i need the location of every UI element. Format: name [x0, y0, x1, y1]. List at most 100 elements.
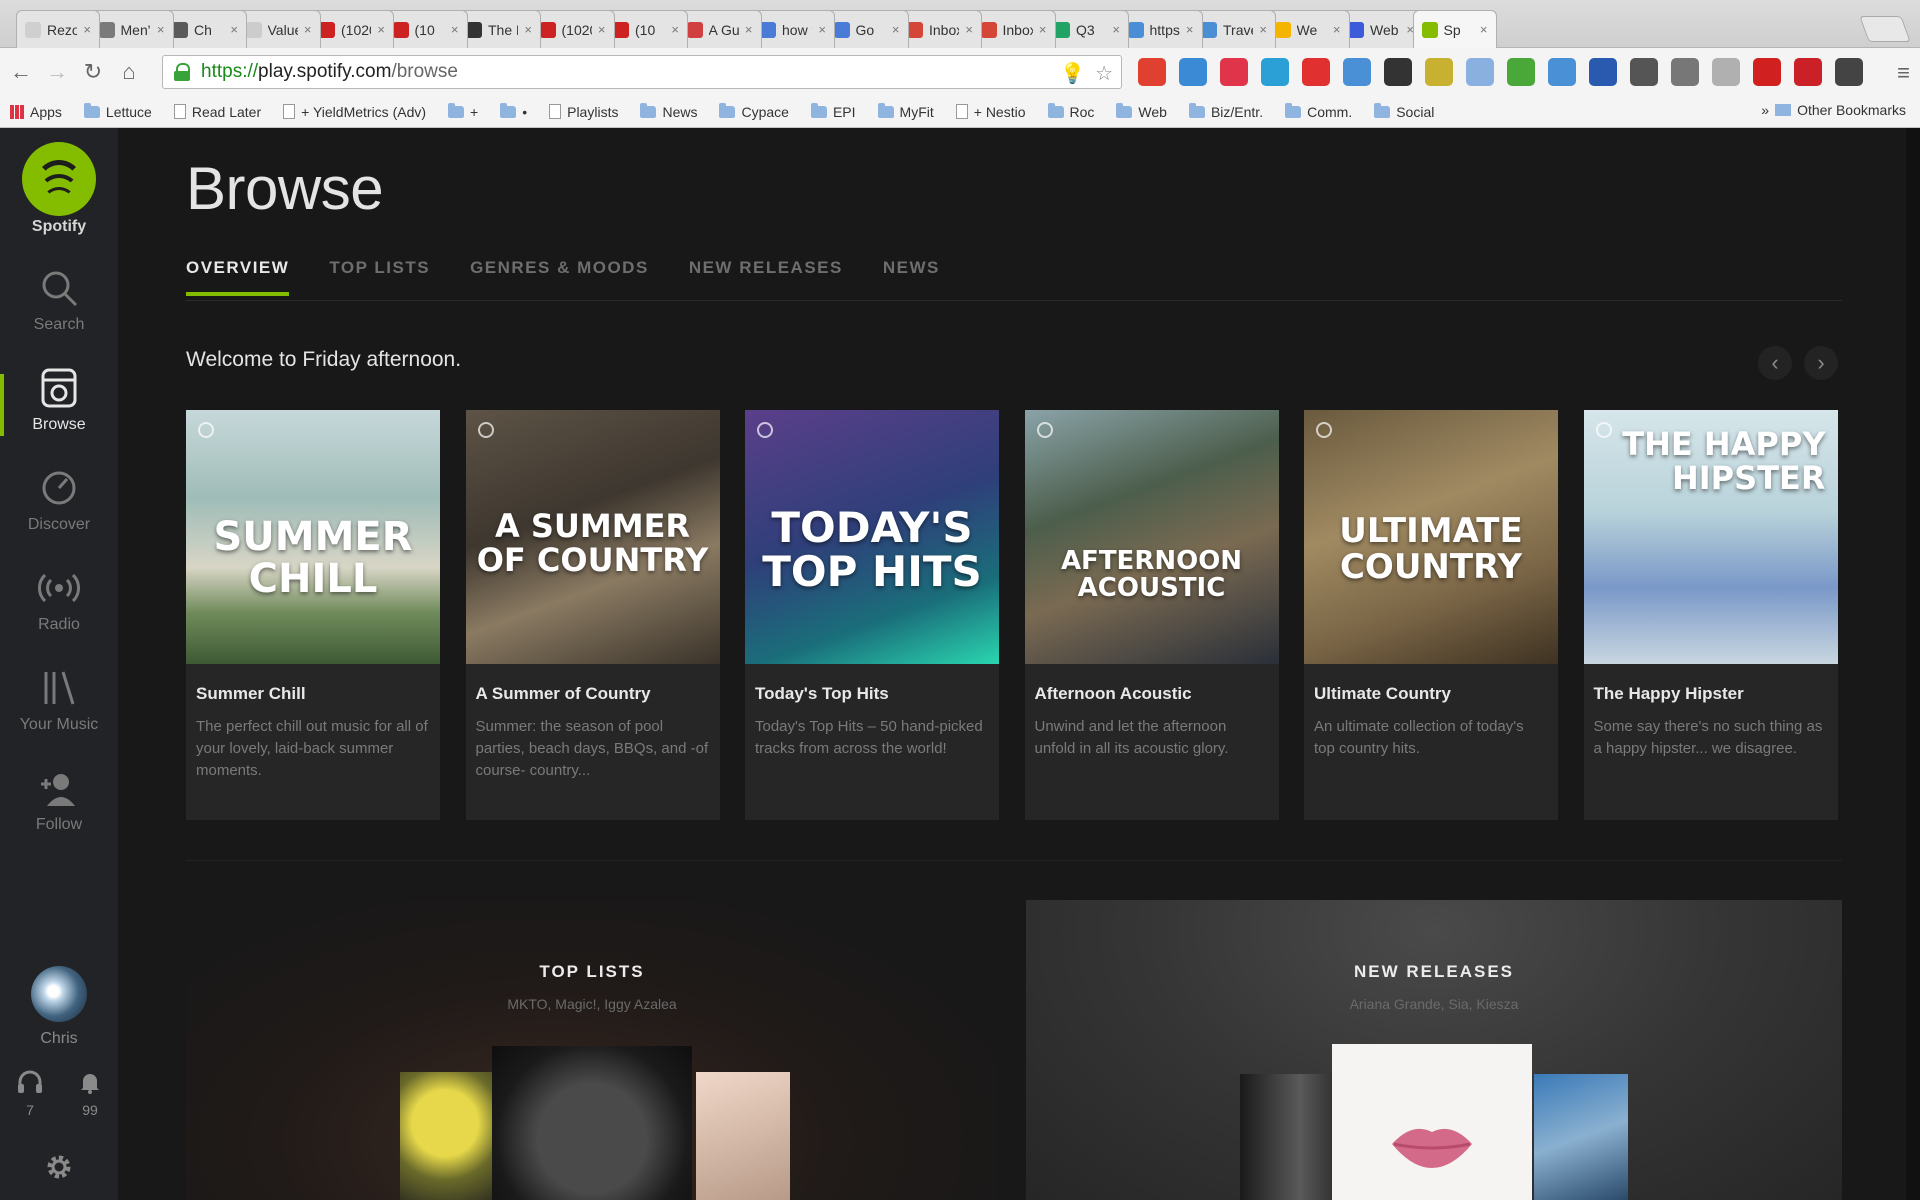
bookmark-item[interactable]: Social	[1374, 102, 1434, 120]
bookmark-item[interactable]: Comm.	[1285, 102, 1352, 120]
close-icon[interactable]: ×	[1039, 22, 1047, 37]
info-ext-icon[interactable]	[1589, 58, 1617, 86]
picture-ext-icon[interactable]	[1425, 58, 1453, 86]
browser-tab[interactable]: (1020 ×	[530, 10, 615, 48]
top-lists-panel[interactable]: TOP LISTS MKTO, Magic!, Iggy Azalea	[186, 900, 998, 1200]
sidebar-item-radio[interactable]: Radio	[0, 566, 118, 658]
tab-genres-moods[interactable]: GENRES & MOODS	[470, 258, 649, 296]
avatar[interactable]	[31, 966, 87, 1022]
browser-tab[interactable]: Inbox ×	[971, 10, 1056, 48]
bookmark-item[interactable]: Playlists	[549, 104, 618, 120]
playlist-cover[interactable]: THE HAPPY HIPSTER	[1583, 410, 1838, 664]
notifications-button[interactable]: 99	[70, 1070, 110, 1118]
stack-ext-icon[interactable]	[1835, 58, 1863, 86]
browser-tab[interactable]: Sp ×	[1412, 10, 1497, 48]
sidebar-item-discover[interactable]: Discover	[0, 466, 118, 558]
close-icon[interactable]: ×	[671, 22, 679, 37]
playlist-title[interactable]: Summer Chill	[196, 684, 306, 704]
browser-tab[interactable]: Men's ×	[89, 10, 174, 48]
album-art[interactable]	[492, 1046, 692, 1200]
back-arrow-icon[interactable]: ←	[6, 57, 36, 87]
playlist-cover[interactable]: ULTIMATE COUNTRY	[1304, 410, 1558, 664]
album-art[interactable]	[1534, 1074, 1628, 1200]
close-icon[interactable]: ×	[1480, 22, 1488, 37]
formula-ext-icon[interactable]	[1630, 58, 1658, 86]
gear-icon[interactable]	[44, 1152, 74, 1182]
close-icon[interactable]: ×	[818, 22, 826, 37]
bookmark-star-icon[interactable]: ☆	[1095, 61, 1113, 86]
home-icon[interactable]: ⌂	[114, 57, 144, 87]
playlist-cover[interactable]: AFTERNOON ACOUSTIC	[1024, 410, 1279, 664]
bookmark-item[interactable]: •	[500, 102, 527, 120]
browser-tab[interactable]: (1020 ×	[310, 10, 394, 48]
lightbulb-icon[interactable]: 💡	[1060, 61, 1085, 86]
dash-ext-icon[interactable]	[1712, 58, 1740, 86]
close-icon[interactable]: ×	[598, 22, 606, 37]
browser-tab[interactable]: Ch ×	[163, 10, 247, 48]
carousel-next-button[interactable]: ›	[1804, 346, 1838, 380]
screen-ext-icon[interactable]	[1179, 58, 1207, 86]
other-bookmarks[interactable]: » Other Bookmarks	[1761, 102, 1906, 118]
browser-tab[interactable]: Value ×	[236, 10, 321, 48]
carousel-prev-button[interactable]: ‹	[1758, 346, 1792, 380]
playlist-cover[interactable]: SUMMER CHILL	[186, 410, 440, 664]
close-icon[interactable]: ×	[745, 22, 753, 37]
album-art[interactable]	[696, 1072, 790, 1200]
friends-button[interactable]: 7	[10, 1070, 50, 1118]
tab-new-releases[interactable]: NEW RELEASES	[689, 258, 843, 296]
browser-tab[interactable]: Q3 ×	[1045, 10, 1129, 48]
pinterest-ext-icon[interactable]	[1794, 58, 1822, 86]
bell-ext-icon[interactable]	[1671, 58, 1699, 86]
playlist-cover[interactable]: TODAY'S TOP HITS	[745, 410, 999, 664]
playlist-card[interactable]: AFTERNOON ACOUSTIC Afternoon Acoustic Unwi…	[1024, 410, 1279, 820]
new-releases-panel[interactable]: NEW RELEASES Ariana Grande, Sia, Kiesza	[1026, 900, 1842, 1200]
link-ext-icon[interactable]	[1343, 58, 1371, 86]
playlist-title[interactable]: A Summer of Country	[476, 684, 651, 704]
docs-ext-icon[interactable]	[1548, 58, 1576, 86]
playlist-title[interactable]: Ultimate Country	[1314, 684, 1451, 704]
browser-tab[interactable]: (10 ×	[604, 10, 688, 48]
bookmark-item[interactable]: + Nestio	[955, 104, 1026, 120]
browser-tab[interactable]: Travel ×	[1192, 10, 1276, 48]
bookmark-item[interactable]: Roc	[1047, 102, 1094, 120]
menu-icon[interactable]: ≡	[1897, 60, 1910, 86]
browser-tab[interactable]: A Gui ×	[677, 10, 762, 48]
close-icon[interactable]: ×	[451, 22, 459, 37]
evernote-ext-icon[interactable]	[1507, 58, 1535, 86]
bookmark-item[interactable]: Cypace	[719, 102, 789, 120]
playlist-card[interactable]: SUMMER CHILL Summer Chill The perfect chil…	[186, 410, 440, 820]
disc-ext-icon[interactable]	[1384, 58, 1412, 86]
bookmark-item[interactable]: News	[640, 102, 697, 120]
browser-tab[interactable]: Rezo ×	[16, 10, 100, 48]
playlist-card[interactable]: A SUMMER OF COUNTRY A Summer of Country Su…	[465, 410, 720, 820]
playlist-card[interactable]: TODAY'S TOP HITS Today's Top Hits Today's …	[745, 410, 999, 820]
overflow-chevron-icon[interactable]: »	[1761, 102, 1769, 118]
browser-tab[interactable]: (10 ×	[383, 10, 468, 48]
alert-ext-icon[interactable]	[1753, 58, 1781, 86]
bookmark-item[interactable]: Web	[1116, 102, 1167, 120]
bookmark-item[interactable]: Lettuce	[83, 102, 152, 120]
user-name[interactable]: Chris	[0, 1030, 118, 1048]
address-bar[interactable]: https://play.spotify.com/browse 💡 ☆	[162, 55, 1122, 89]
album-art[interactable]	[400, 1072, 500, 1200]
close-icon[interactable]: ×	[83, 22, 91, 37]
close-icon[interactable]: ×	[377, 22, 385, 37]
playlist-card[interactable]: ULTIMATE COUNTRY Ultimate Country An ultim…	[1304, 410, 1558, 820]
close-icon[interactable]: ×	[1259, 22, 1267, 37]
browser-tab[interactable]: Go ×	[824, 10, 909, 48]
spotify-logo-icon[interactable]	[22, 142, 96, 216]
close-icon[interactable]: ×	[230, 22, 238, 37]
browser-tab[interactable]: The L ×	[457, 10, 541, 48]
sidebar-item-search[interactable]: Search	[0, 266, 118, 358]
tab-news[interactable]: NEWS	[883, 258, 940, 296]
playlist-title[interactable]: Today's Top Hits	[755, 684, 889, 704]
new-tab-button[interactable]	[1859, 16, 1911, 42]
playlist-title[interactable]: Afternoon Acoustic	[1035, 684, 1192, 704]
bookmark-item[interactable]: Apps	[10, 104, 62, 120]
playlist-title[interactable]: The Happy Hipster	[1594, 684, 1744, 704]
browser-tab[interactable]: how t ×	[751, 10, 835, 48]
close-icon[interactable]: ×	[304, 22, 312, 37]
bookmark-item[interactable]: +	[448, 102, 478, 120]
forward-arrow-icon[interactable]: →	[42, 57, 72, 87]
star-ext-icon[interactable]	[1302, 58, 1330, 86]
